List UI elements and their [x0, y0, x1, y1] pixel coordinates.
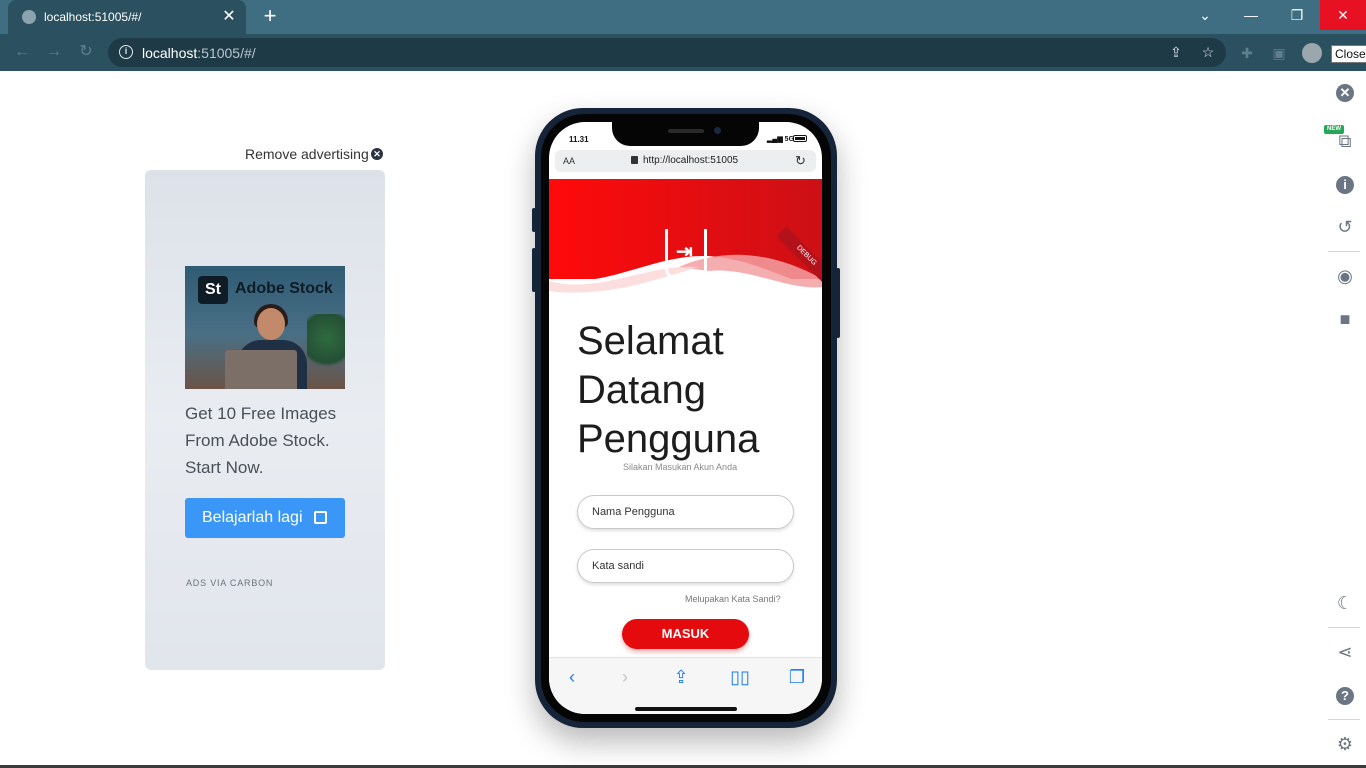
- reload-icon[interactable]: ↻: [795, 153, 806, 169]
- tabs-icon[interactable]: ❐: [785, 666, 809, 688]
- rotate-icon[interactable]: ↺: [1334, 216, 1356, 238]
- headline-line: Selamat: [577, 319, 724, 363]
- phone-screen: 11.31 ▂▄▆ 5G AA http://localhost:51005 ↻: [549, 122, 822, 714]
- phone-side-button: [836, 268, 840, 338]
- share-icon[interactable]: ⇪: [1168, 44, 1184, 60]
- headline-line: Datang: [577, 368, 706, 412]
- panel-divider: [1328, 719, 1360, 720]
- lock-icon: [631, 156, 638, 164]
- tab-title: localhost:51005/#/: [44, 10, 142, 24]
- browser-toolbar: ← → ↻ i localhost:51005/#/ ⇪ ☆ ✚ ▣: [0, 34, 1366, 71]
- settings-icon[interactable]: ⚙: [1334, 733, 1356, 755]
- back-icon[interactable]: ‹: [560, 666, 584, 688]
- phone-notch: [612, 122, 759, 146]
- battery-icon: [793, 135, 807, 142]
- headline-line: Pengguna: [577, 417, 760, 461]
- login-button[interactable]: MASUK: [622, 619, 749, 649]
- video-icon[interactable]: ■: [1334, 308, 1356, 330]
- share-icon[interactable]: ⇪: [669, 666, 693, 688]
- chevron-down-icon[interactable]: ⌄: [1182, 0, 1228, 30]
- moon-icon[interactable]: ☾: [1334, 592, 1356, 614]
- remove-advertising-link[interactable]: Remove advertising: [245, 146, 369, 162]
- minimize-icon[interactable]: —: [1228, 0, 1274, 30]
- panel-divider: [1328, 251, 1360, 252]
- laptop-graphic: [225, 350, 297, 389]
- ad-button-label: Belajarlah lagi: [202, 509, 303, 526]
- login-icon: ⇥: [665, 229, 707, 279]
- speaker-graphic: [668, 129, 704, 133]
- profile-icon[interactable]: [1302, 43, 1322, 63]
- ads-via-carbon[interactable]: ADS VIA CARBON: [186, 578, 273, 588]
- camera-icon[interactable]: ◉: [1334, 265, 1356, 287]
- share-icon[interactable]: ⋖: [1334, 641, 1356, 663]
- login-subtitle: Silakan Masukan Akun Anda: [623, 462, 738, 472]
- forward-icon[interactable]: ›: [613, 666, 637, 688]
- home-indicator: [635, 707, 737, 711]
- camera-lens-graphic: [714, 127, 721, 134]
- hero-banner: ⇥ DEBUG: [549, 179, 822, 299]
- plant-graphic: [307, 314, 345, 374]
- tooltip: Close: [1331, 45, 1366, 63]
- panel-divider: [1328, 627, 1360, 628]
- ad-description[interactable]: Get 10 Free Images From Adobe Stock. Sta…: [185, 400, 365, 481]
- devices-icon[interactable]: ⧉: [1334, 130, 1356, 152]
- new-tab-button[interactable]: +: [258, 5, 282, 28]
- status-time: 11.31: [569, 135, 589, 144]
- safari-address-bar[interactable]: AA http://localhost:51005 ↻: [555, 150, 816, 172]
- browser-tab[interactable]: localhost:51005/#/ ✕: [8, 0, 246, 34]
- restore-icon[interactable]: ❐: [1274, 0, 1320, 30]
- close-icon[interactable]: ✕: [220, 8, 238, 26]
- phone-frame: 11.31 ▂▄▆ 5G AA http://localhost:51005 ↻: [532, 108, 840, 728]
- password-field[interactable]: Kata sandi: [577, 549, 794, 583]
- ad-brand: Adobe Stock: [235, 280, 333, 297]
- browser-titlebar: localhost:51005/#/ ✕ + ⌄ — ❐ ✕: [0, 0, 1366, 34]
- adobe-stock-logo: St: [198, 276, 228, 304]
- phone-side-button: [532, 248, 536, 292]
- address-bar[interactable]: i localhost:51005/#/ ⇪ ☆: [108, 38, 1226, 67]
- window-close-icon[interactable]: ✕: [1320, 0, 1366, 30]
- puzzle-icon[interactable]: ✚: [1238, 44, 1256, 62]
- close-circle-icon[interactable]: ✕: [371, 148, 383, 160]
- forward-icon[interactable]: →: [44, 42, 64, 62]
- text-size-button[interactable]: AA: [563, 156, 575, 166]
- external-link-icon: [314, 511, 327, 524]
- ad-image[interactable]: St Adobe Stock: [185, 266, 345, 389]
- help-icon[interactable]: ?: [1336, 687, 1354, 705]
- back-icon[interactable]: ←: [12, 42, 32, 62]
- star-icon[interactable]: ☆: [1200, 44, 1216, 60]
- username-field[interactable]: Nama Pengguna: [577, 495, 794, 529]
- info-icon[interactable]: i: [1336, 176, 1354, 194]
- reload-icon[interactable]: ↻: [76, 42, 96, 62]
- safari-bottom-bar: ‹ › ⇪ ▯▯ ❐: [549, 657, 822, 714]
- ad-learn-more-button[interactable]: Belajarlah lagi: [185, 498, 345, 538]
- ad-box: St Adobe Stock Get 10 Free Images From A…: [145, 170, 385, 670]
- close-circle-icon[interactable]: ✕: [1336, 84, 1354, 102]
- phone-side-button: [532, 208, 536, 232]
- bookmarks-icon[interactable]: ▯▯: [728, 666, 752, 688]
- welcome-headline: Selamat Datang Pengguna: [577, 317, 817, 464]
- safari-url: http://localhost:51005: [643, 155, 739, 166]
- status-network: ▂▄▆ 5G: [767, 136, 795, 143]
- person-head-graphic: [257, 308, 285, 340]
- forgot-password-link[interactable]: Melupakan Kata Sandi?: [685, 594, 781, 604]
- info-icon[interactable]: i: [119, 45, 133, 59]
- globe-icon: [22, 10, 36, 24]
- sidepanel-icon[interactable]: ▣: [1270, 44, 1288, 62]
- url-text: localhost:51005/#/: [142, 45, 256, 61]
